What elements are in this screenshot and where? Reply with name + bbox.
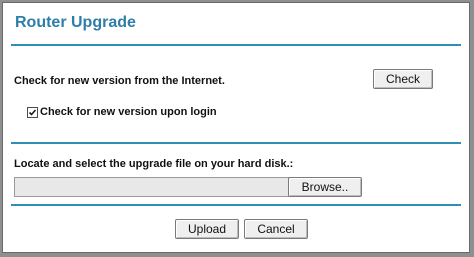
check-internet-label: Check for new version from the Internet.: [14, 75, 225, 87]
check-on-login-label: Check for new version upon login: [40, 106, 217, 118]
bottom-divider: [11, 204, 461, 206]
check-button[interactable]: Check: [373, 69, 433, 89]
upload-instructions-label: Locate and select the upgrade file on yo…: [14, 158, 294, 170]
check-on-login-checkbox[interactable]: [27, 107, 38, 118]
checkmark-icon: [28, 109, 37, 116]
router-upgrade-panel: Router Upgrade Check for new version fro…: [2, 2, 470, 253]
cancel-button[interactable]: Cancel: [244, 219, 308, 239]
title-divider: [11, 44, 461, 46]
browse-button[interactable]: Browse..: [288, 177, 362, 197]
page-title: Router Upgrade: [15, 14, 136, 31]
section-divider: [11, 142, 461, 144]
upload-button[interactable]: Upload: [175, 219, 239, 239]
upgrade-file-field[interactable]: [14, 177, 290, 197]
